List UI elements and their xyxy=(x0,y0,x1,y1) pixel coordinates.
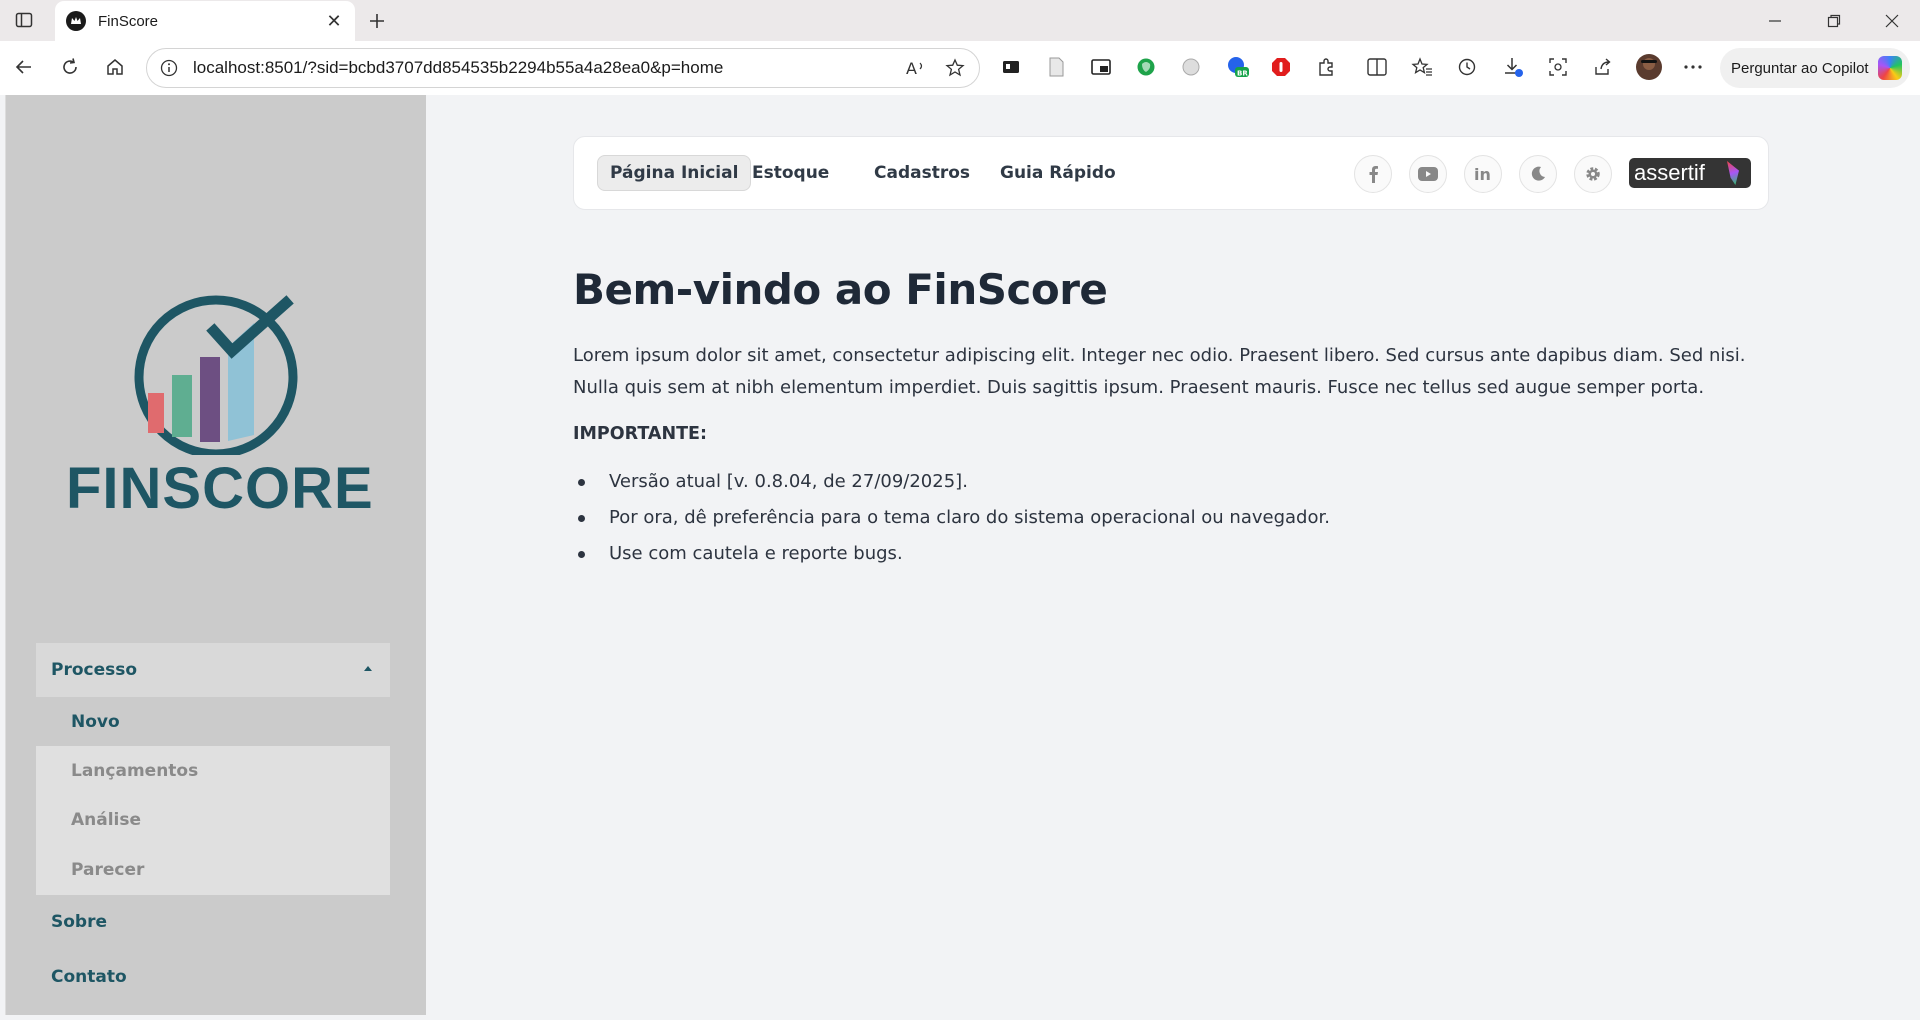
browser-tab[interactable]: FinScore ✕ xyxy=(55,1,355,41)
sidebar-menu: Processo Novo Lançamentos Análise Parece… xyxy=(36,643,390,1005)
list-item: Use com cautela e reporte bugs. xyxy=(573,536,1773,572)
svg-text:BR: BR xyxy=(1237,70,1248,78)
linkedin-icon[interactable]: in xyxy=(1464,155,1502,193)
logo-chart-icon xyxy=(134,295,298,459)
extensions-puzzle-icon[interactable] xyxy=(1312,53,1340,81)
finscore-logo: FINSCORE xyxy=(66,295,374,525)
menu-group-label: Processo xyxy=(51,660,138,680)
share-icon[interactable] xyxy=(1589,53,1617,81)
extension-circle-icon[interactable] xyxy=(1177,53,1205,81)
facebook-icon[interactable] xyxy=(1354,155,1392,193)
document-icon[interactable] xyxy=(1042,53,1070,81)
brand-text: assertif xyxy=(1634,160,1705,185)
page-title: Bem-vindo ao FinScore xyxy=(573,265,1108,314)
top-navbar: Página Inicial Estoque Cadastros Guia Rá… xyxy=(573,136,1769,210)
list-item: Por ora, dê preferência para o tema clar… xyxy=(573,500,1773,536)
more-options-icon[interactable] xyxy=(1679,53,1707,81)
address-bar[interactable]: localhost:8501/?sid=bcbd3707dd854535b229… xyxy=(146,48,980,88)
copilot-button[interactable]: Perguntar ao Copilot xyxy=(1720,48,1910,88)
translate-br-icon[interactable]: BR xyxy=(1224,53,1252,81)
logo-text: FINSCORE xyxy=(66,456,374,521)
notes-list: Versão atual [v. 0.8.04, de 27/09/2025].… xyxy=(573,464,1773,572)
browser-toolbar: localhost:8501/?sid=bcbd3707dd854535b229… xyxy=(0,41,1920,95)
menu-item-novo[interactable]: Novo xyxy=(36,697,390,746)
tab-actions-icon[interactable] xyxy=(13,9,35,31)
evernote-icon[interactable] xyxy=(1132,53,1160,81)
menu-item-contato[interactable]: Contato xyxy=(36,950,390,1005)
new-tab-icon[interactable] xyxy=(364,8,390,34)
menu-item-lancamentos[interactable]: Lançamentos xyxy=(36,746,390,796)
svg-text:in: in xyxy=(1474,166,1491,182)
app-viewport: FINSCORE Processo Novo Lançamentos Análi… xyxy=(5,95,1920,1015)
gear-icon[interactable] xyxy=(1574,155,1612,193)
tab-title: FinScore xyxy=(98,12,159,30)
close-tab-icon[interactable]: ✕ xyxy=(323,10,345,32)
restore-icon[interactable] xyxy=(1806,0,1862,41)
profile-avatar[interactable] xyxy=(1633,51,1665,83)
menu-group-processo[interactable]: Processo xyxy=(36,643,390,697)
read-aloud-icon[interactable]: A xyxy=(903,54,931,82)
minimize-icon[interactable] xyxy=(1747,0,1803,41)
history-icon[interactable] xyxy=(1453,53,1481,81)
reader-icon[interactable] xyxy=(997,53,1025,81)
main-content: Bem-vindo ao FinScore Lorem ipsum dolor … xyxy=(573,265,1773,572)
favorites-icon[interactable] xyxy=(1408,53,1436,81)
important-label: IMPORTANTE: xyxy=(573,424,707,444)
intro-paragraph: Lorem ipsum dolor sit amet, consectetur … xyxy=(573,345,1746,398)
list-item: Versão atual [v. 0.8.04, de 27/09/2025]. xyxy=(573,464,1773,500)
browser-tab-bar: FinScore ✕ xyxy=(0,0,1920,41)
menu-item-sobre[interactable]: Sobre xyxy=(36,895,390,950)
favorite-star-icon[interactable] xyxy=(941,54,969,82)
picture-in-picture-icon[interactable] xyxy=(1087,53,1115,81)
assertif-logo[interactable]: assertif xyxy=(1629,158,1751,188)
site-info-icon[interactable] xyxy=(159,58,179,78)
url-text[interactable]: localhost:8501/?sid=bcbd3707dd854535b229… xyxy=(193,58,903,78)
nav-link-cadastros[interactable]: Cadastros xyxy=(862,155,982,191)
nav-link-guia-rapido[interactable]: Guia Rápido xyxy=(988,155,1128,191)
menu-item-parecer[interactable]: Parecer xyxy=(36,845,390,895)
youtube-icon[interactable] xyxy=(1409,155,1447,193)
adblock-icon[interactable] xyxy=(1267,53,1295,81)
screenshot-icon[interactable] xyxy=(1544,53,1572,81)
copilot-icon xyxy=(1878,56,1902,80)
menu-item-analise[interactable]: Análise xyxy=(36,796,390,846)
crown-icon xyxy=(66,11,86,31)
copilot-label: Perguntar ao Copilot xyxy=(1731,59,1869,77)
svg-text:A: A xyxy=(906,59,917,77)
nav-link-pagina-inicial[interactable]: Página Inicial xyxy=(597,155,752,191)
submenu-list: Lançamentos Análise Parecer xyxy=(36,746,390,895)
caret-up-icon xyxy=(364,666,372,671)
nav-link-estoque[interactable]: Estoque xyxy=(740,155,841,191)
brand-mark-icon xyxy=(1727,161,1739,185)
moon-icon[interactable] xyxy=(1519,155,1557,193)
home-icon[interactable] xyxy=(100,52,130,82)
back-icon[interactable] xyxy=(9,52,39,82)
refresh-icon[interactable] xyxy=(55,52,85,82)
split-screen-icon[interactable] xyxy=(1363,53,1391,81)
close-window-icon[interactable] xyxy=(1864,0,1920,41)
sidebar: FINSCORE Processo Novo Lançamentos Análi… xyxy=(6,95,426,1015)
downloads-icon[interactable] xyxy=(1499,53,1527,81)
